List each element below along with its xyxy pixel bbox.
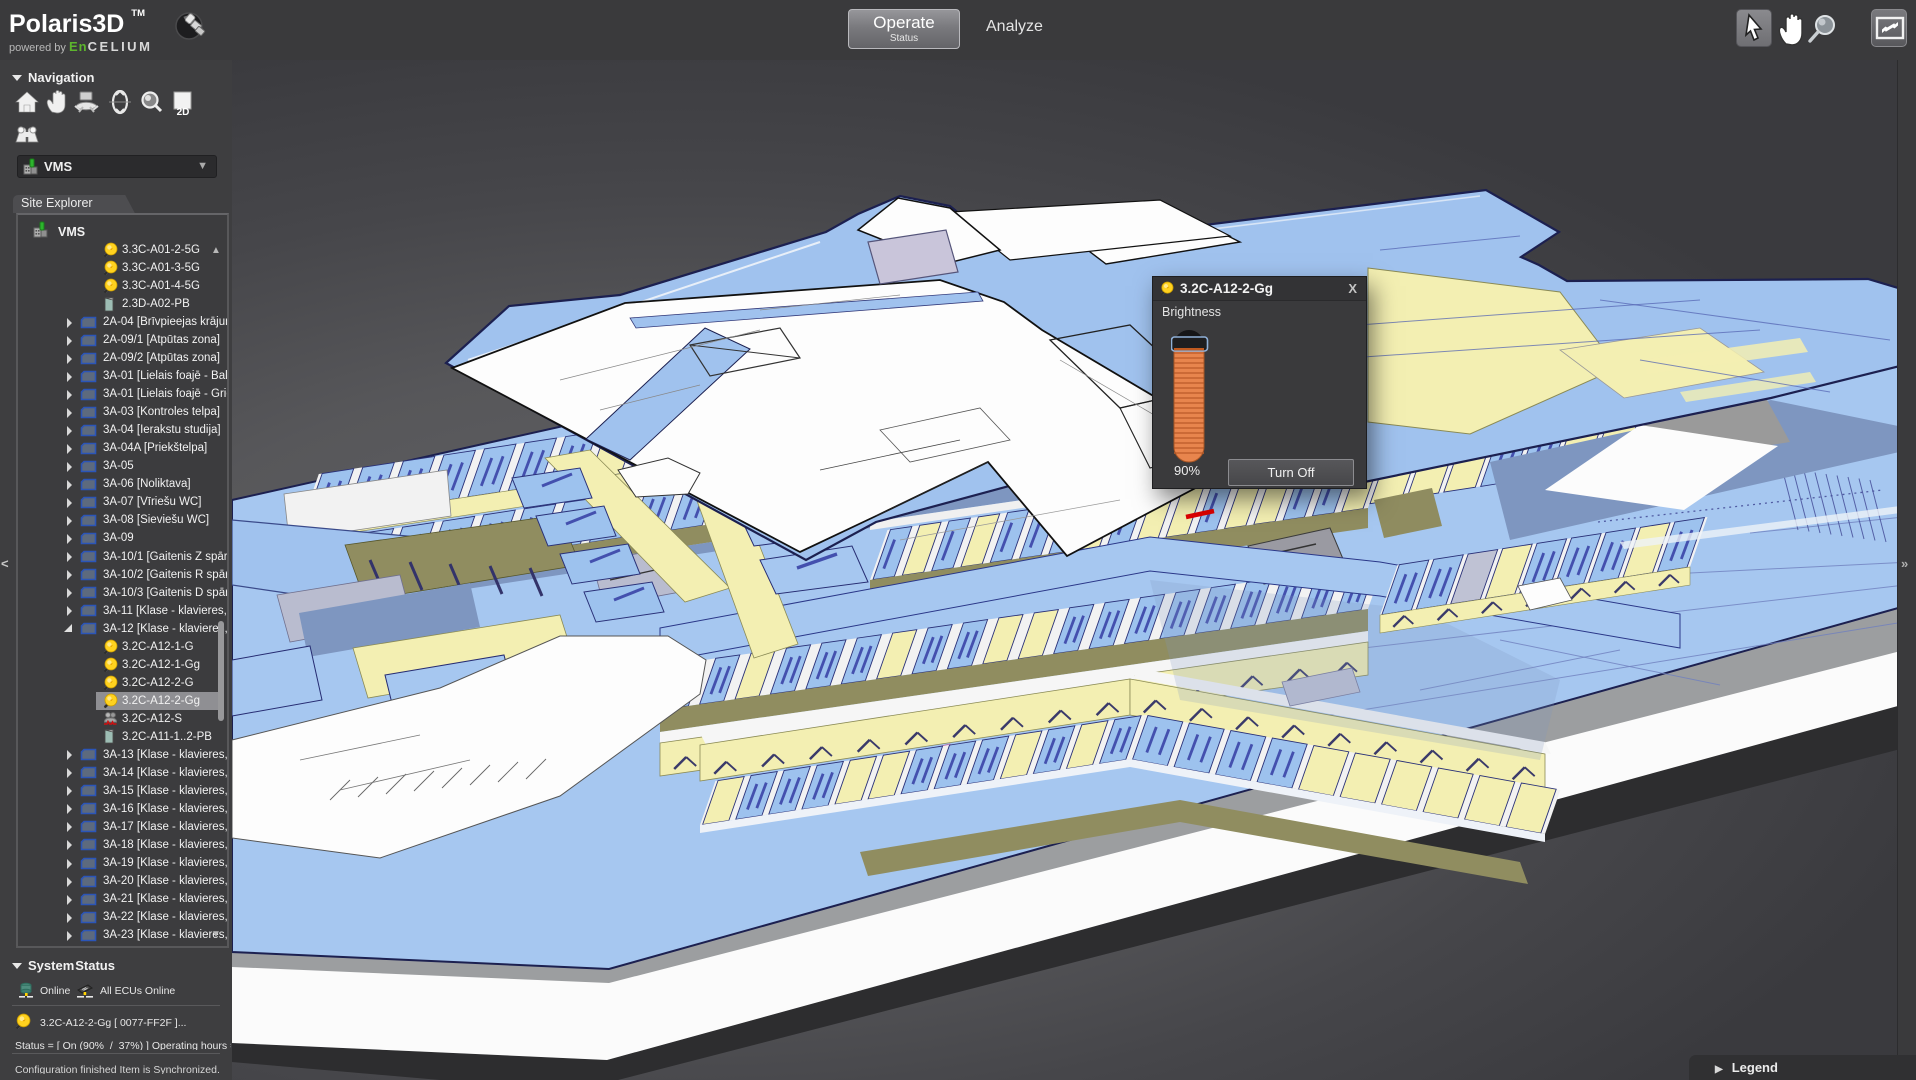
svg-text:2D: 2D (177, 107, 190, 118)
